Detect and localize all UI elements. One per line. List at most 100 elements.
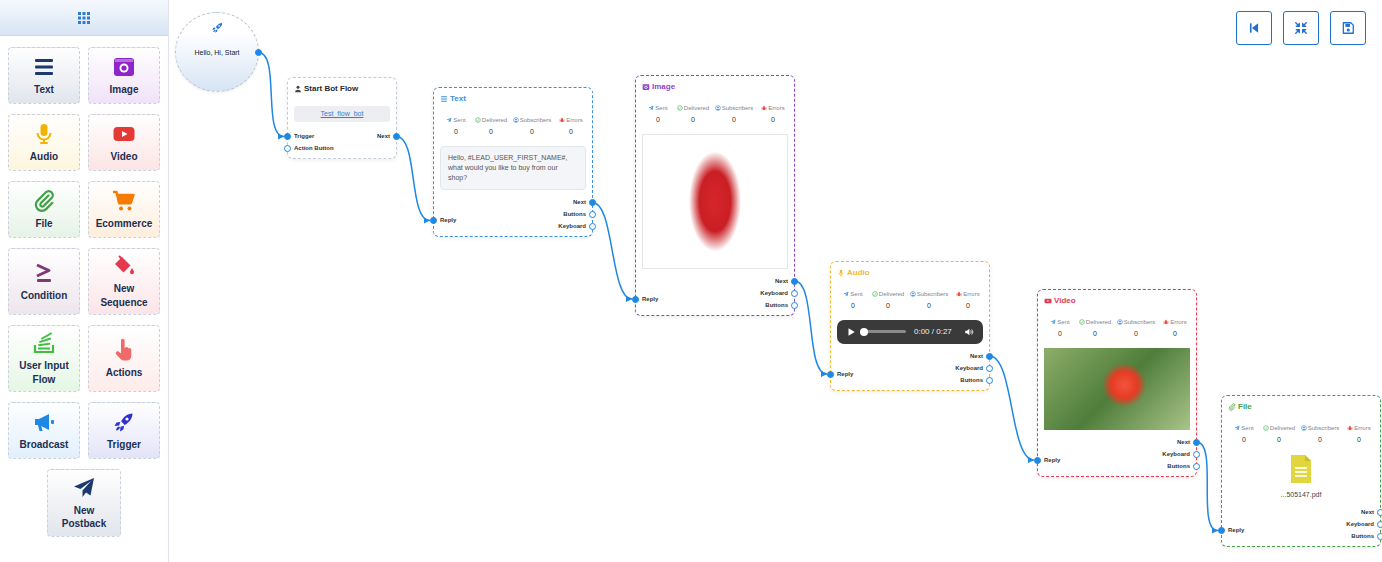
sidebar-item[interactable]: Video bbox=[88, 114, 160, 171]
node-stats: Sent0Delivered0Subscribers0Errors0 bbox=[1044, 318, 1190, 338]
node-title-text: Start Bot Flow bbox=[304, 84, 358, 94]
connection-port[interactable] bbox=[1377, 509, 1382, 516]
port-label: Buttons bbox=[765, 301, 788, 310]
flow-canvas[interactable]: Hello, Hi, Start Start Bot Flow Test_flow_… bbox=[169, 0, 1382, 562]
connection-port[interactable] bbox=[791, 290, 798, 297]
stat-label: Delivered bbox=[674, 104, 712, 112]
sidebar-item[interactable]: Actions bbox=[88, 325, 160, 392]
image-node[interactable]: ImageSent0Delivered0Subscribers0Errors0R… bbox=[635, 75, 795, 316]
connection-port[interactable] bbox=[255, 49, 262, 56]
connection-port[interactable] bbox=[791, 302, 798, 309]
output-port: Keyboard bbox=[558, 222, 586, 231]
save-button[interactable] bbox=[1330, 11, 1366, 45]
sidebar-item[interactable]: User Input Flow bbox=[8, 325, 80, 392]
sidebar-item[interactable]: Image bbox=[88, 47, 160, 104]
connection-port[interactable] bbox=[1193, 451, 1200, 458]
output-ports: NextKeyboardButtons bbox=[1162, 438, 1190, 471]
connection-port[interactable] bbox=[284, 145, 291, 152]
connection-port[interactable] bbox=[284, 133, 291, 140]
reset-button[interactable] bbox=[1236, 11, 1272, 45]
sidebar-item[interactable]: Text bbox=[8, 47, 80, 104]
connection-port[interactable] bbox=[430, 217, 437, 224]
text-node[interactable]: TextSent0Delivered0Subscribers0Errors0He… bbox=[433, 87, 593, 237]
stat-label: Errors bbox=[1342, 424, 1376, 432]
stat: Subscribers 0 bbox=[907, 290, 951, 310]
trigger-node[interactable]: Hello, Hi, Start bbox=[175, 12, 259, 92]
connection-port[interactable] bbox=[827, 371, 834, 378]
port-label: Next bbox=[573, 198, 586, 207]
connection-port[interactable] bbox=[393, 133, 400, 140]
video-icon bbox=[112, 122, 136, 146]
audio-progress[interactable] bbox=[864, 330, 906, 333]
image-icon bbox=[642, 83, 650, 91]
stat: Sent0 bbox=[642, 104, 674, 124]
video-preview[interactable] bbox=[1044, 348, 1190, 430]
sidebar-header[interactable] bbox=[0, 0, 168, 36]
file-node[interactable]: FileSent0Delivered0Subscribers0Errors0..… bbox=[1221, 395, 1381, 547]
connection-line[interactable] bbox=[795, 281, 828, 374]
connection-port[interactable] bbox=[1377, 533, 1382, 540]
speaker-icon[interactable] bbox=[964, 327, 974, 337]
stat-label: Errors bbox=[1158, 318, 1192, 326]
floppy-disk-icon bbox=[1341, 21, 1355, 35]
play-icon[interactable] bbox=[846, 327, 856, 337]
stat: Subscribers0 bbox=[1114, 318, 1158, 338]
grid-icon[interactable] bbox=[78, 12, 90, 24]
start-bot-flow-node[interactable]: Start Bot FlowTest_flow_botTriggerNextAc… bbox=[287, 77, 397, 159]
connection-port[interactable] bbox=[1034, 457, 1041, 464]
connection-line[interactable] bbox=[593, 203, 633, 300]
sidebar-item[interactable]: Ecommerce bbox=[88, 181, 160, 238]
flow-name[interactable]: Test_flow_bot bbox=[294, 106, 390, 123]
connection-port[interactable] bbox=[986, 353, 993, 360]
sidebar-item-label: Audio bbox=[30, 150, 58, 164]
port-row: Action Button bbox=[294, 144, 390, 153]
check-circle-icon bbox=[1079, 319, 1085, 325]
output-port: Next bbox=[1361, 508, 1374, 517]
video-node[interactable]: VideoSent0Delivered0Subscribers0Errors0R… bbox=[1037, 289, 1197, 477]
bug-icon bbox=[1163, 319, 1169, 325]
element-palette: TextImage Audio Video File Ecommerce Conditio… bbox=[0, 36, 168, 537]
stat: Subscribers0 bbox=[712, 104, 756, 124]
stat-name: Subscribers bbox=[917, 290, 949, 298]
connection-port[interactable] bbox=[1377, 521, 1382, 528]
stat-value: 0 bbox=[1044, 329, 1076, 338]
sidebar-item[interactable]: Audio bbox=[8, 114, 80, 171]
compress-button[interactable] bbox=[1283, 11, 1319, 45]
stat-value: 0 bbox=[1228, 435, 1260, 444]
sidebar-item[interactable]: New Sequence bbox=[88, 248, 160, 315]
node-title: Video bbox=[1044, 296, 1190, 306]
stat-name: Errors bbox=[1354, 424, 1370, 432]
message-text[interactable]: Hello, #LEAD_USER_FIRST_NAME#, what woul… bbox=[440, 146, 586, 190]
connection-port[interactable] bbox=[589, 223, 596, 230]
sidebar-item[interactable]: Trigger bbox=[88, 402, 160, 459]
rocket-icon bbox=[112, 410, 136, 434]
connection-port[interactable] bbox=[986, 365, 993, 372]
paperclip-icon bbox=[32, 189, 56, 213]
node-title: Image bbox=[642, 82, 788, 92]
connection-line[interactable] bbox=[990, 356, 1035, 460]
stat-value: 0 bbox=[907, 301, 951, 310]
audio-progress-knob[interactable] bbox=[860, 328, 868, 336]
sidebar-item[interactable]: New Postback bbox=[47, 469, 121, 537]
connection-port[interactable] bbox=[632, 296, 639, 303]
sidebar-item-label: File bbox=[35, 217, 52, 231]
connection-line[interactable] bbox=[259, 53, 285, 137]
connection-port[interactable] bbox=[791, 278, 798, 285]
sidebar-item-label: Condition bbox=[21, 289, 68, 303]
connection-line[interactable] bbox=[397, 137, 431, 221]
audio-node[interactable]: AudioSent0Delivered0Subscribers0Errors00… bbox=[830, 261, 990, 391]
stat-label: Subscribers bbox=[510, 116, 554, 124]
connection-port[interactable] bbox=[589, 199, 596, 206]
sidebar-item[interactable]: Broadcast bbox=[8, 402, 80, 459]
output-ports: NextKeyboardButtons bbox=[955, 352, 983, 385]
sidebar-item[interactable]: Condition bbox=[8, 248, 80, 315]
bot-icon bbox=[294, 85, 302, 93]
sidebar-item[interactable]: File bbox=[8, 181, 80, 238]
connection-port[interactable] bbox=[589, 211, 596, 218]
port-label: Next bbox=[1361, 508, 1374, 517]
skip-back-icon bbox=[1247, 21, 1261, 35]
connection-port[interactable] bbox=[1193, 439, 1200, 446]
connection-port[interactable] bbox=[986, 377, 993, 384]
connection-port[interactable] bbox=[1218, 527, 1225, 534]
connection-port[interactable] bbox=[1193, 463, 1200, 470]
